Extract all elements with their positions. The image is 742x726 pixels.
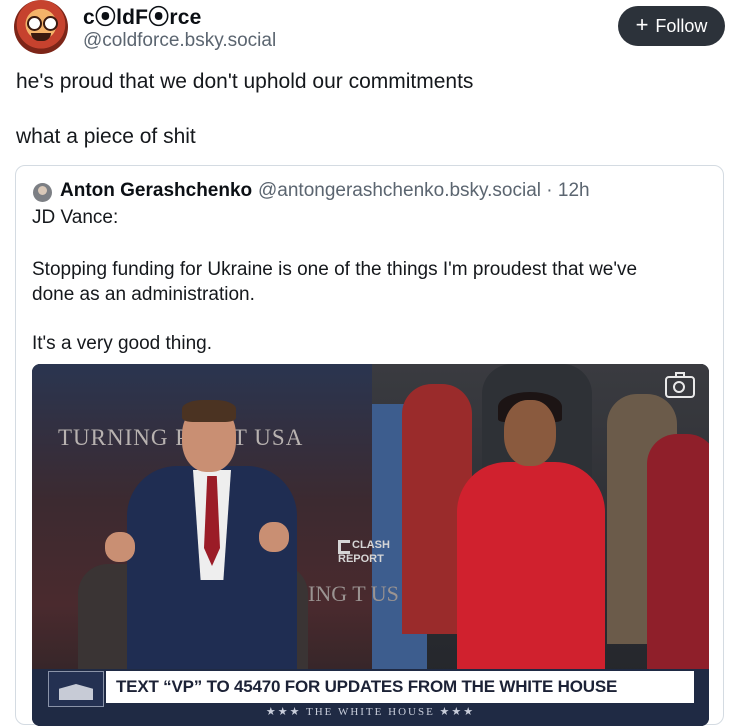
stage-scene: TURNING POINT USA [32, 364, 372, 709]
quoted-author-avatar[interactable] [33, 183, 52, 202]
quoted-text-line: JD Vance: [32, 207, 119, 228]
avatar-eye-left [27, 16, 42, 31]
ticker-text: TEXT “VP” TO 45470 FOR UPDATES FROM THE … [106, 671, 694, 703]
author-avatar[interactable] [14, 0, 68, 54]
quoted-text-line: It's a very good thing. [32, 333, 213, 354]
quoted-text-line: done as an administration. [32, 284, 255, 305]
news-ticker: TEXT “VP” TO 45470 FOR UPDATES FROM THE … [32, 669, 709, 726]
watermark-logo: CLASH REPORT [338, 540, 408, 566]
speaker-hand [259, 522, 289, 552]
avatar-eye-right [43, 16, 58, 31]
quoted-text-line: Stopping funding for Ukraine is one of t… [32, 259, 638, 280]
follow-button[interactable]: + Follow [618, 6, 725, 46]
post-text-line: he's proud that we don't uphold our comm… [16, 70, 474, 93]
speaker-hand [105, 532, 135, 562]
quoted-author-name[interactable]: Anton Gerashchenko [60, 180, 252, 202]
post-text-line: what a piece of shit [16, 125, 196, 148]
author-display-name[interactable]: c⦿ldF⦿rce [83, 1, 202, 31]
speaker-hair [182, 400, 236, 422]
plus-icon: + [635, 12, 649, 37]
audience-woman-face [504, 400, 556, 466]
quoted-author-meta[interactable]: @antongerashchenko.bsky.social · 12h [258, 180, 590, 202]
watermark-mark-icon [338, 540, 350, 554]
ticker-subtext: ★★★ THE WHITE HOUSE ★★★ [265, 706, 476, 718]
backdrop-text-partial: ING T US [308, 581, 399, 606]
camera-icon [665, 372, 695, 398]
white-house-logo-icon [48, 671, 104, 707]
quoted-post[interactable]: Anton Gerashchenko @antongerashchenko.bs… [15, 165, 724, 726]
author-handle[interactable]: @coldforce.bsky.social [83, 30, 276, 52]
avatar-mouth [31, 33, 51, 41]
follow-button-label: Follow [655, 15, 708, 36]
speaker-figure [105, 400, 297, 709]
quoted-media-image[interactable]: TURNING POINT USA ING T US CLASH REPORT [32, 364, 709, 726]
audience-person [647, 434, 709, 684]
